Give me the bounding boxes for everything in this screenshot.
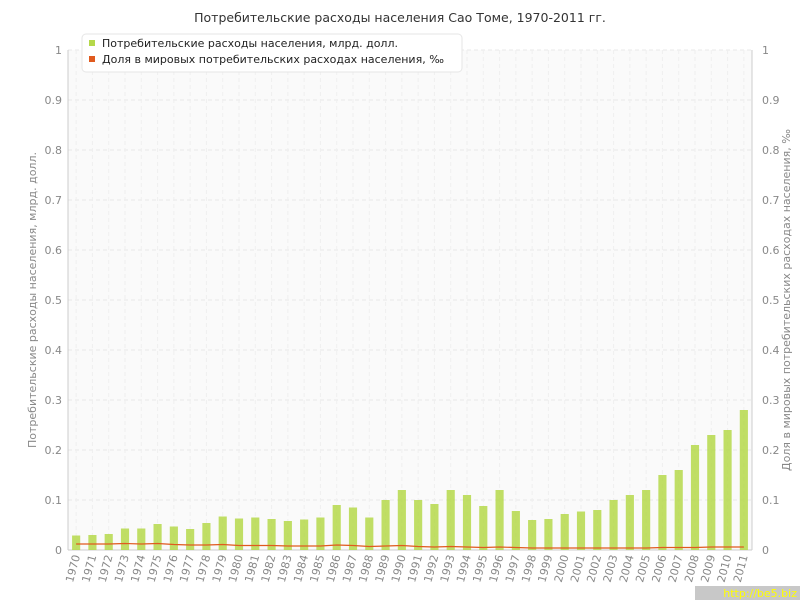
y-tick-label-right: 0.2 — [762, 444, 780, 457]
bar[interactable] — [511, 511, 520, 550]
y-tick-label-right: 0.8 — [762, 144, 780, 157]
bar[interactable] — [72, 535, 81, 551]
bar[interactable] — [446, 490, 455, 550]
bar[interactable] — [723, 430, 732, 550]
bar[interactable] — [186, 529, 195, 550]
bar[interactable] — [365, 517, 374, 551]
bar[interactable] — [202, 523, 211, 550]
legend-label-share[interactable]: Доля в мировых потребительских расходах … — [102, 53, 444, 66]
bar[interactable] — [560, 514, 569, 550]
bar[interactable] — [414, 500, 423, 550]
y-tick-label-right: 0.7 — [762, 194, 780, 207]
bar[interactable] — [690, 445, 700, 550]
y-tick-label-left: 0.5 — [45, 294, 63, 307]
bar[interactable] — [479, 506, 488, 550]
y-tick-label-right: 0.5 — [762, 294, 780, 307]
y-tick-label-left: 0.4 — [45, 344, 63, 357]
legend-swatch-share — [89, 56, 95, 62]
bar[interactable] — [104, 534, 113, 550]
legend-swatch-consumption — [89, 40, 95, 46]
y-tick-label-right: 1 — [762, 44, 769, 57]
y-tick-label-left: 0.8 — [45, 144, 63, 157]
y-tick-label-left: 0.3 — [45, 394, 63, 407]
y-tick-label-left: 0.7 — [45, 194, 63, 207]
bar[interactable] — [153, 524, 162, 550]
watermark[interactable]: http://be5.biz — [723, 587, 797, 600]
legend-label-consumption[interactable]: Потребительские расходы населения, млрд.… — [102, 37, 398, 50]
bar[interactable] — [381, 500, 390, 550]
bar[interactable] — [625, 495, 634, 550]
legend[interactable]: Потребительские расходы населения, млрд.… — [81, 33, 463, 73]
bar[interactable] — [397, 490, 406, 550]
y-tick-label-left: 1 — [55, 44, 62, 57]
bar[interactable] — [462, 495, 472, 550]
y-tick-label-left: 0.1 — [45, 494, 63, 507]
bar[interactable] — [495, 490, 504, 550]
y-tick-label-right: 0.1 — [762, 494, 780, 507]
bar[interactable] — [674, 470, 683, 550]
bar[interactable] — [316, 517, 325, 551]
y-tick-label-left: 0.6 — [45, 244, 63, 257]
bar[interactable] — [88, 535, 97, 550]
bar[interactable] — [430, 504, 439, 550]
bar[interactable] — [332, 505, 341, 550]
bar[interactable] — [544, 519, 553, 550]
chart-title: Потребительские расходы населения Сао То… — [194, 10, 606, 25]
y-tick-label-left: 0.9 — [45, 94, 63, 107]
bar[interactable] — [642, 490, 651, 550]
y-axis-right-title: Доля в мировых потребительских расходах … — [780, 129, 793, 471]
bar[interactable] — [169, 526, 178, 551]
y-tick-label-right: 0 — [762, 544, 769, 557]
bar[interactable] — [137, 528, 146, 551]
bar[interactable] — [609, 500, 618, 550]
chart: Потребительские расходы населения Сао То… — [0, 0, 800, 600]
bar[interactable] — [348, 507, 358, 551]
y-tick-label-left: 0.2 — [45, 444, 63, 457]
y-tick-label-right: 0.6 — [762, 244, 780, 257]
bar[interactable] — [528, 520, 537, 550]
bar[interactable] — [576, 511, 586, 551]
y-tick-label-right: 0.3 — [762, 394, 780, 407]
bar[interactable] — [120, 528, 130, 551]
y-tick-label-right: 0.9 — [762, 94, 780, 107]
bar[interactable] — [739, 410, 748, 550]
y-tick-label-left: 0 — [55, 544, 62, 557]
bar[interactable] — [707, 435, 716, 550]
y-axis-left-title: Потребительские расходы населения, млрд.… — [26, 152, 39, 448]
bar[interactable] — [658, 475, 667, 550]
y-tick-label-right: 0.4 — [762, 344, 780, 357]
bar[interactable] — [593, 510, 602, 550]
